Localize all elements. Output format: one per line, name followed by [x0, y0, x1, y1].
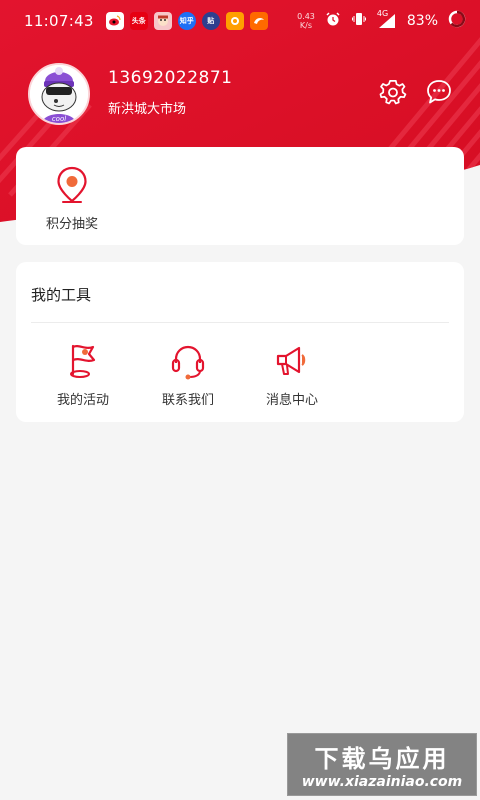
- contact-us-item[interactable]: 联系我们: [136, 341, 240, 408]
- megaphone-icon: [276, 346, 306, 375]
- net-speed-value: 0.43: [297, 12, 315, 21]
- signal-icon: 4G: [377, 9, 397, 29]
- points-lottery-item[interactable]: 积分抽奖: [20, 165, 124, 232]
- tools-card: 我的工具 我的活动 联系我们 消息中心: [16, 262, 464, 422]
- message-button[interactable]: [425, 78, 453, 106]
- battery-icon: [448, 10, 466, 32]
- notification-icons: 头条 知乎 贴: [105, 12, 268, 30]
- tools-divider: [31, 322, 449, 323]
- user-phone: 13692022871: [108, 68, 233, 88]
- chat-bubble-icon: [427, 80, 451, 104]
- avatar-app-icon: [153, 12, 172, 30]
- ucweb-icon: [225, 12, 244, 30]
- status-time: 11:07:43: [24, 12, 94, 30]
- points-lottery-label: 积分抽奖: [45, 217, 98, 232]
- alarm-icon: [325, 11, 341, 31]
- settings-button[interactable]: [379, 78, 407, 106]
- contact-us-label: 联系我们: [161, 393, 214, 408]
- tools-title: 我的工具: [31, 286, 92, 304]
- tieba-icon: 贴: [201, 12, 220, 30]
- battery-percent: 83%: [406, 13, 438, 29]
- watermark: 下载乌应用 www.xiazainiao.com: [287, 733, 477, 796]
- my-activity-item[interactable]: 我的活动: [31, 341, 135, 408]
- gear-icon: [379, 80, 407, 105]
- net-speed-unit: K/s: [299, 21, 313, 30]
- watermark-title: 下载乌应用: [314, 745, 450, 773]
- weibo-icon: [105, 12, 124, 30]
- system-status: 0.43 K/s 4G 83%: [297, 9, 466, 32]
- network-speed: 0.43 K/s: [297, 12, 315, 30]
- avatar-text: cool: [52, 115, 66, 123]
- map-pin-icon: [57, 166, 87, 203]
- my-activity-label: 我的活动: [56, 393, 109, 408]
- message-center-label: 消息中心: [265, 393, 318, 408]
- headset-icon: [171, 345, 205, 380]
- vibrate-icon: [351, 11, 367, 31]
- flag-icon: [70, 344, 96, 378]
- alibaba-icon: [249, 12, 268, 30]
- zhihu-icon: 知乎: [177, 12, 196, 30]
- status-bar: 11:07:43 头条 知乎 贴 0.43 K/s 4G 83%: [0, 0, 480, 42]
- points-card: 积分抽奖: [16, 147, 464, 245]
- avatar[interactable]: cool: [28, 63, 90, 125]
- user-market: 新洪城大市场: [108, 102, 187, 117]
- watermark-url: www.xiazainiao.com: [301, 774, 463, 790]
- message-center-item[interactable]: 消息中心: [240, 341, 344, 408]
- toutiao-icon: 头条: [129, 12, 148, 30]
